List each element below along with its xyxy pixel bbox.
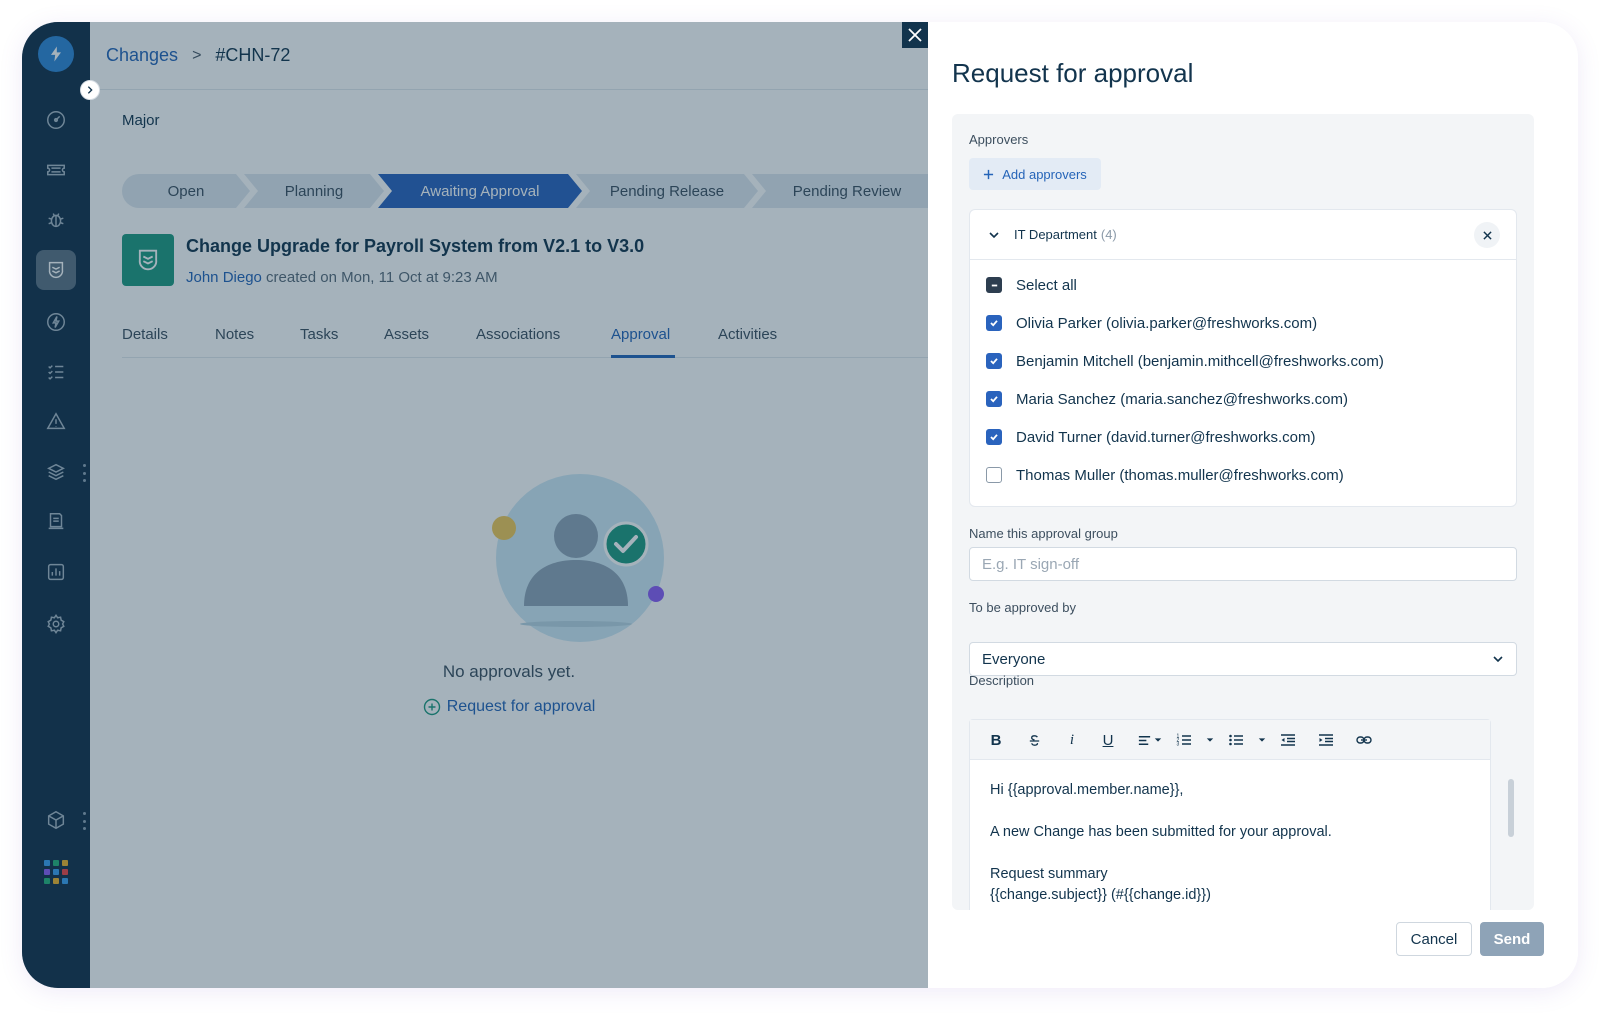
group-name-label: Name this approval group: [969, 526, 1118, 541]
underline-icon[interactable]: U: [1098, 730, 1118, 750]
indent-icon[interactable]: [1316, 730, 1336, 750]
member-label: Benjamin Mitchell (benjamin.mithcell@fre…: [1016, 352, 1384, 370]
panel-scrollbar[interactable]: [1508, 779, 1514, 837]
description-line: [990, 801, 1470, 822]
approved-by-value: Everyone: [982, 650, 1046, 668]
approved-by-label: To be approved by: [969, 600, 1076, 615]
add-approvers-button[interactable]: Add approvers: [969, 158, 1101, 190]
checked-checkbox-icon[interactable]: [986, 353, 1002, 369]
description-label: Description: [969, 673, 1035, 688]
strikethrough-icon[interactable]: [1024, 730, 1044, 750]
cancel-button[interactable]: Cancel: [1396, 922, 1472, 956]
description-text[interactable]: Hi {{approval.member.name}}, A new Chang…: [990, 780, 1470, 906]
member-checkbox-row[interactable]: Olivia Parker (olivia.parker@freshworks.…: [986, 313, 1317, 333]
request-approval-panel: Request for approval Approvers Add appro…: [928, 22, 1578, 988]
outdent-icon[interactable]: [1278, 730, 1298, 750]
numbered-list-icon[interactable]: 123: [1174, 730, 1194, 750]
description-line: [990, 843, 1470, 864]
select-all-checkbox[interactable]: Select all: [986, 275, 1077, 295]
link-icon[interactable]: [1354, 730, 1374, 750]
unchecked-checkbox-icon[interactable]: [986, 467, 1002, 483]
close-panel-button[interactable]: [902, 22, 928, 48]
remove-group-button[interactable]: [1474, 222, 1500, 248]
member-checkbox-row[interactable]: Maria Sanchez (maria.sanchez@freshworks.…: [986, 389, 1348, 409]
editor-toolbar: B i U 123: [970, 720, 1490, 760]
checked-checkbox-icon[interactable]: [986, 315, 1002, 331]
plus-icon: [984, 169, 994, 179]
description-line: A new Change has been submitted for your…: [990, 824, 1332, 840]
close-icon: [908, 28, 922, 42]
select-all-label: Select all: [1016, 276, 1077, 294]
member-checkbox-row[interactable]: Thomas Muller (thomas.muller@freshworks.…: [986, 465, 1344, 485]
send-button[interactable]: Send: [1480, 922, 1544, 956]
panel-body: Approvers Add approvers IT Department (4)…: [952, 114, 1534, 910]
group-name-text: IT Department: [1014, 227, 1097, 242]
bullet-list-dropdown-icon[interactable]: [1256, 730, 1268, 750]
modal-backdrop[interactable]: [22, 22, 928, 988]
description-line: Request summary: [990, 866, 1108, 882]
member-label: Olivia Parker (olivia.parker@freshworks.…: [1016, 314, 1318, 332]
sidebar-expand-button[interactable]: [80, 80, 100, 100]
bullet-list-icon[interactable]: [1226, 730, 1246, 750]
description-line: {{change.subject}} (#{{change.id}}): [990, 887, 1211, 903]
checked-checkbox-icon[interactable]: [986, 429, 1002, 445]
approved-by-select[interactable]: Everyone: [969, 642, 1517, 676]
member-label: Thomas Muller (thomas.muller@freshworks.…: [1016, 466, 1344, 484]
align-icon[interactable]: [1134, 730, 1154, 750]
description-editor[interactable]: B i U 123 Hi {{approval.member.name}}, A…: [969, 719, 1491, 910]
numbered-list-dropdown-icon[interactable]: [1204, 730, 1216, 750]
approvers-label: Approvers: [969, 132, 1029, 147]
panel-title: Request for approval: [952, 58, 1194, 88]
chevron-down-icon: [1493, 656, 1503, 663]
description-line: Hi {{approval.member.name}},: [990, 782, 1184, 798]
member-label: Maria Sanchez (maria.sanchez@freshworks.…: [1016, 390, 1348, 408]
approver-group-header[interactable]: IT Department (4): [970, 210, 1516, 260]
close-icon: [1482, 230, 1492, 240]
group-name: IT Department (4): [1014, 227, 1117, 242]
app-window: Changes > #CHN-72 Major Open Planning Aw…: [22, 22, 1578, 988]
svg-text:3: 3: [1177, 742, 1180, 748]
group-name-input[interactable]: [969, 547, 1517, 581]
indeterminate-checkbox-icon[interactable]: [986, 277, 1002, 293]
checked-checkbox-icon[interactable]: [986, 391, 1002, 407]
approver-group-card: IT Department (4) Select all Olivia Parke…: [969, 209, 1517, 507]
member-checkbox-row[interactable]: David Turner (david.turner@freshworks.co…: [986, 427, 1316, 447]
member-label: David Turner (david.turner@freshworks.co…: [1016, 428, 1316, 446]
member-checkbox-row[interactable]: Benjamin Mitchell (benjamin.mithcell@fre…: [986, 351, 1384, 371]
panel-footer: Cancel Send: [928, 910, 1578, 988]
align-dropdown-icon[interactable]: [1152, 730, 1164, 750]
chevron-down-icon[interactable]: [988, 229, 1000, 241]
bold-icon[interactable]: B: [986, 730, 1006, 750]
italic-icon[interactable]: i: [1062, 730, 1082, 750]
group-count: (4): [1100, 227, 1117, 242]
add-approvers-label: Add approvers: [1002, 166, 1087, 182]
